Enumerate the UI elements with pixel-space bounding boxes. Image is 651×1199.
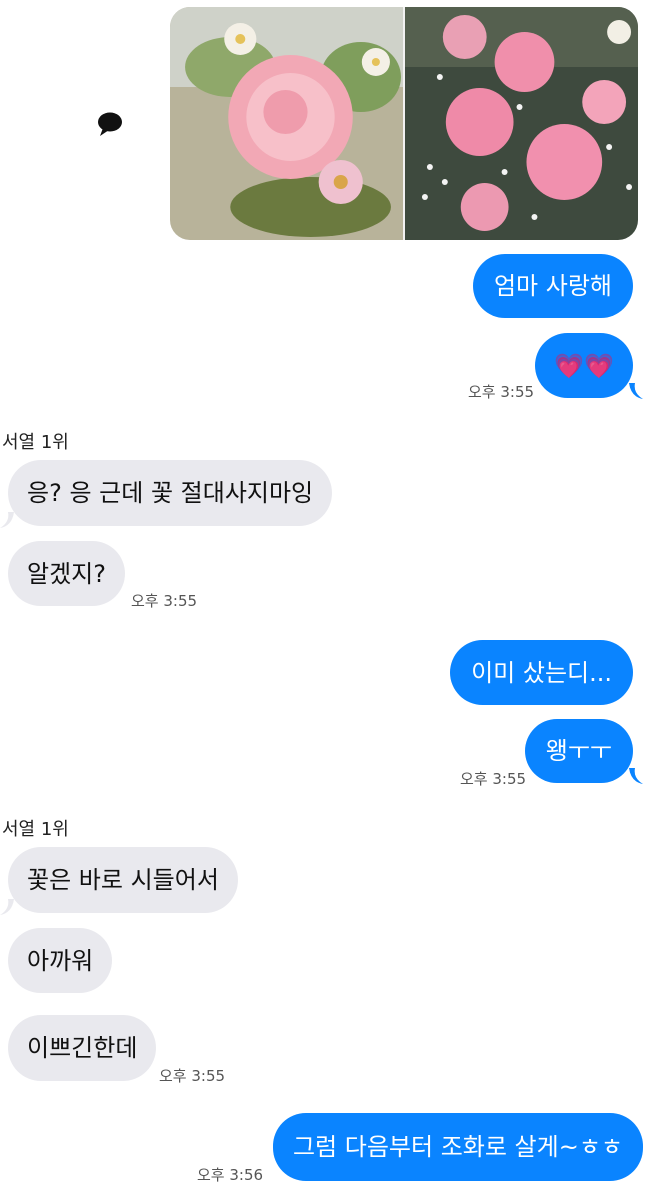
sender-name: 서열 1위 <box>2 432 69 453</box>
incoming-message[interactable]: 아까워 <box>8 928 113 993</box>
incoming-message[interactable]: 알겠지? <box>8 541 125 606</box>
outgoing-message[interactable]: 이미 샀는디... <box>450 640 633 705</box>
message-timestamp: 오후 3:55 <box>468 383 535 401</box>
message-text: 꽃은 바로 시들어서 <box>27 866 219 894</box>
message-text: 아까워 <box>27 946 94 975</box>
incoming-message[interactable]: 응? 응 근데 꽃 절대사지마잉 <box>8 460 333 526</box>
message-text: 이미 샀는디... <box>471 658 612 687</box>
outgoing-message[interactable]: 엄마 사랑해 <box>472 254 633 318</box>
incoming-message[interactable]: 이쁘긴한데 <box>8 1015 157 1081</box>
message-text: 응? 응 근데 꽃 절대사지마잉 <box>27 479 314 507</box>
outgoing-message[interactable]: 왱ㅜㅜ <box>524 719 633 783</box>
message-text: 엄마 사랑해 <box>493 272 612 300</box>
sender-name: 서열 1위 <box>2 819 69 840</box>
message-timestamp: 오후 3:55 <box>131 592 198 610</box>
flower-photo-left[interactable] <box>170 7 403 240</box>
speech-bubble-icon <box>98 112 122 136</box>
message-text: 왱ㅜㅜ <box>545 737 612 765</box>
bubble-tail <box>629 383 643 399</box>
flower-photo-right[interactable] <box>405 7 638 240</box>
bubble-tail <box>629 768 643 784</box>
bubble-tail <box>0 512 14 528</box>
bubble-tail <box>0 899 14 915</box>
hearts-emoji: 💗💗 <box>554 351 614 380</box>
message-text: 그럼 다음부터 조화로 살게~ㅎㅎ <box>292 1133 623 1161</box>
message-text: 이쁘긴한데 <box>27 1034 138 1062</box>
message-timestamp: 오후 3:55 <box>460 770 527 788</box>
message-timestamp: 오후 3:55 <box>159 1067 226 1085</box>
message-timestamp: 오후 3:56 <box>197 1166 264 1184</box>
outgoing-message[interactable]: 💗💗 <box>535 333 633 398</box>
outgoing-message[interactable]: 그럼 다음부터 조화로 살게~ㅎㅎ <box>272 1113 643 1181</box>
message-text: 알겠지? <box>27 559 106 588</box>
incoming-message[interactable]: 꽃은 바로 시들어서 <box>8 847 238 913</box>
photo-attachment[interactable] <box>170 7 638 240</box>
